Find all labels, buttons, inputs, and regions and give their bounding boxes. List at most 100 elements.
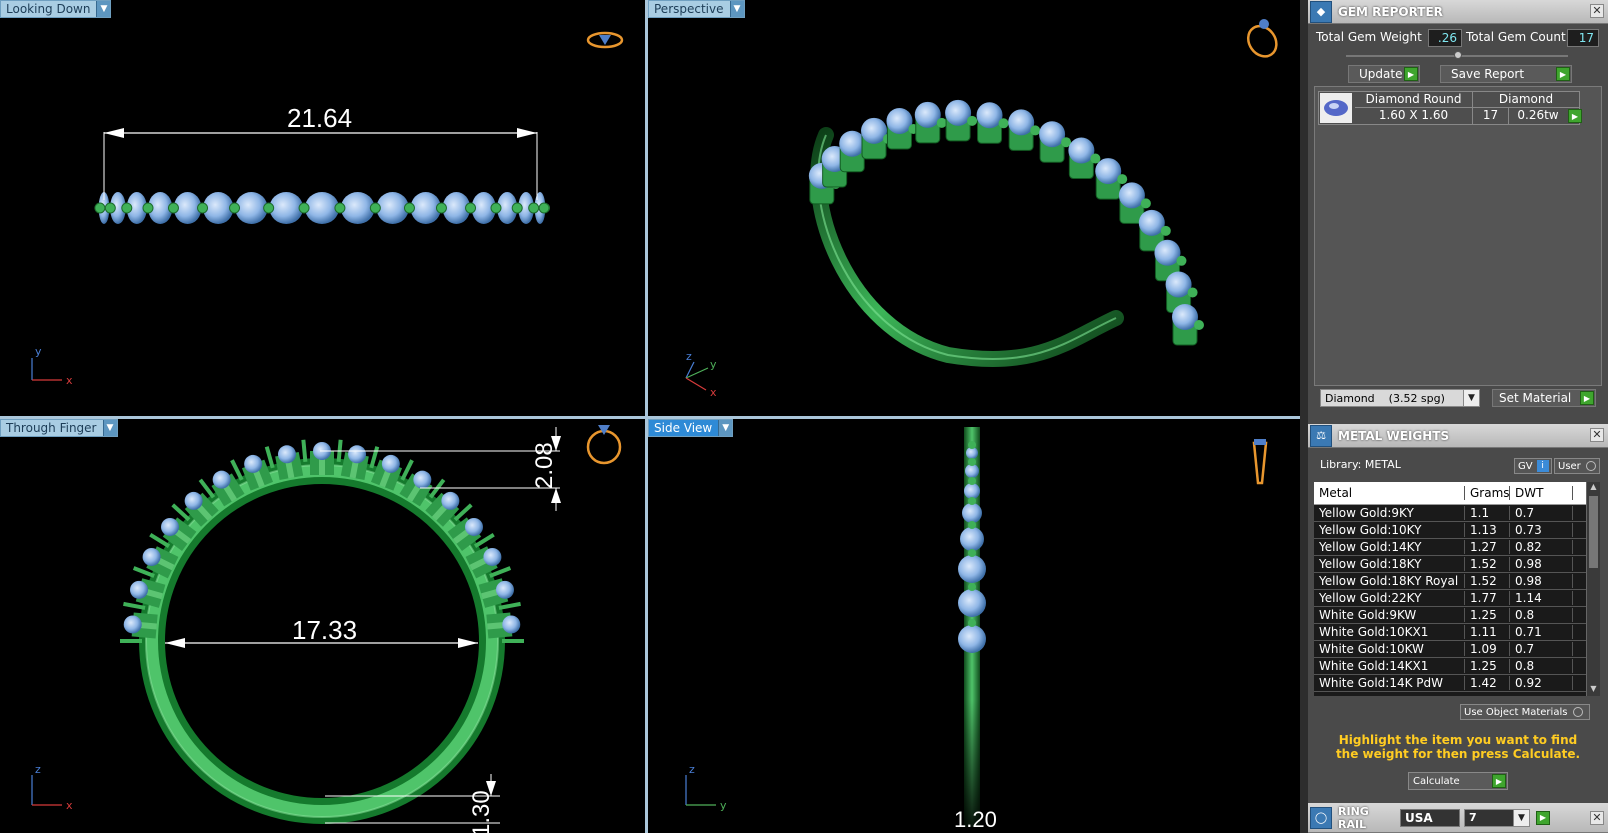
view-cube-icon: [1246, 19, 1278, 58]
chevron-down-icon[interactable]: ▼: [1463, 390, 1479, 406]
play-icon[interactable]: ▶: [1556, 67, 1570, 81]
table-row[interactable]: Yellow Gold:18KY 1.52 0.98: [1314, 556, 1592, 573]
material-select[interactable]: Diamond (3.52 spg) ▼: [1320, 389, 1480, 407]
viewport-through-finger[interactable]: z x 17.33 2.08 1.30 Through Finger ▼: [0, 419, 645, 833]
gem-mark: [123, 615, 142, 634]
prong-mark: [369, 202, 381, 214]
gem-mark: [958, 555, 986, 583]
total-gem-count-label: Total Gem Count: [1466, 30, 1566, 44]
scroll-up-icon[interactable]: ▲: [1587, 482, 1600, 494]
cell-grams: 1.42: [1465, 676, 1510, 690]
table-row[interactable]: Yellow Gold:14KY 1.27 0.82: [1314, 539, 1592, 556]
table-row[interactable]: Yellow Gold:9KY 1.1 0.7: [1314, 505, 1592, 522]
close-icon[interactable]: ✕: [1590, 428, 1604, 442]
set-material-label: Set Material: [1499, 391, 1572, 405]
cell-dwt: 0.73: [1510, 523, 1573, 537]
prong-mark: [511, 202, 523, 214]
table-row[interactable]: Yellow Gold:18KY Royal 1.52 0.98: [1314, 573, 1592, 590]
save-report-button[interactable]: Save Report: [1440, 65, 1572, 83]
chevron-down-icon[interactable]: ▼: [96, 1, 111, 17]
prong-mark: [1140, 198, 1151, 209]
gem-mark: [1165, 271, 1192, 298]
play-icon[interactable]: ▶: [1536, 810, 1550, 825]
gem-mark: [502, 615, 521, 634]
right-panel: ◆ GEM REPORTER ✕ Total Gem Weight .26 To…: [1308, 0, 1608, 833]
cell-dwt: 0.71: [1510, 625, 1573, 639]
metal-weights-icon: ⚖: [1310, 424, 1332, 447]
scroll-down-icon[interactable]: ▼: [1587, 684, 1600, 696]
gem-mark: [348, 445, 367, 464]
gem-mark: [1154, 239, 1181, 266]
viewport-menu-side-view[interactable]: Side View ▼: [648, 419, 734, 437]
prong-mark: [369, 446, 380, 469]
chevron-down-icon[interactable]: ▼: [102, 420, 117, 436]
table-row[interactable]: White Gold:14KX1 1.25 0.8: [1314, 658, 1592, 675]
prong-mark: [121, 202, 133, 214]
close-icon[interactable]: ✕: [1590, 811, 1604, 825]
prong-mark: [465, 202, 477, 214]
table-row[interactable]: White Gold:14K PdW 1.42 0.92: [1314, 675, 1592, 692]
dimension-bottom-thickness: 1.30: [468, 790, 495, 833]
gem-mark: [1138, 209, 1165, 236]
viewport-title: Looking Down: [6, 2, 91, 16]
viewport-divider-horizontal[interactable]: [0, 416, 1300, 419]
prong-mark: [968, 549, 976, 557]
chevron-down-icon[interactable]: ▼: [718, 420, 733, 436]
column-header-dwt[interactable]: DWT: [1510, 486, 1573, 500]
dimension-inner-diameter: 17.33: [292, 615, 358, 645]
dimension-top-height: 2.08: [531, 442, 558, 489]
radio-icon[interactable]: [1585, 461, 1596, 471]
gem-mark: [235, 192, 268, 224]
column-header-grams[interactable]: Grams: [1465, 486, 1510, 500]
column-header-metal[interactable]: Metal: [1314, 486, 1465, 500]
table-row[interactable]: White Gold:9KW 1.25 0.8: [1314, 607, 1592, 624]
viewport-looking-down[interactable]: y x 21.64 Looking Down ▼: [0, 0, 645, 416]
viewport-menu-looking-down[interactable]: Looking Down ▼: [0, 0, 112, 18]
ring-country-field[interactable]: USA: [1400, 808, 1460, 827]
play-icon[interactable]: ▶: [1492, 774, 1506, 788]
play-icon[interactable]: ▶: [1580, 391, 1594, 405]
chevron-down-icon[interactable]: ▼: [1513, 809, 1529, 826]
gem-mark: [483, 547, 502, 566]
close-icon[interactable]: ✕: [1590, 4, 1604, 18]
metal-weights-header: ⚖ METAL WEIGHTS ✕: [1308, 424, 1608, 448]
gv-toggle[interactable]: GV i: [1514, 458, 1552, 474]
ring-size-select[interactable]: 7 ▼: [1464, 808, 1530, 827]
viewport-menu-through-finger[interactable]: Through Finger ▼: [0, 419, 118, 437]
svg-text:y: y: [720, 799, 727, 812]
cell-grams: 1.52: [1465, 557, 1510, 571]
viewport-perspective[interactable]: z y x Perspective ▼: [648, 0, 1300, 416]
cell-metal: Yellow Gold:18KY Royal: [1314, 574, 1465, 588]
metal-weights-title: METAL WEIGHTS: [1338, 428, 1450, 443]
chevron-down-icon[interactable]: ▼: [729, 1, 744, 17]
user-toggle[interactable]: User: [1554, 458, 1600, 474]
prong-mark: [498, 601, 521, 610]
gem-mark: [945, 99, 972, 126]
table-row[interactable]: White Gold:10KX1 1.11 0.71: [1314, 624, 1592, 641]
prong-mark: [171, 503, 191, 522]
gem-mark: [376, 192, 409, 224]
cell-metal: White Gold:9KW: [1314, 608, 1465, 622]
table-row[interactable]: Yellow Gold:10KY 1.13 0.73: [1314, 522, 1592, 539]
gem-slider-handle[interactable]: [1454, 51, 1462, 59]
scroll-thumb[interactable]: [1589, 496, 1598, 568]
play-icon[interactable]: ▶: [1568, 109, 1582, 123]
viewport-side-view[interactable]: z y 1.20 Side View ▼: [648, 419, 1300, 833]
axis-x-label: x: [66, 374, 73, 387]
viewport-menu-perspective[interactable]: Perspective ▼: [648, 0, 745, 18]
play-icon[interactable]: ▶: [1404, 67, 1418, 81]
table-row[interactable]: White Gold:10KW 1.09 0.7: [1314, 641, 1592, 658]
metal-table-scrollbar[interactable]: ▲ ▼: [1586, 482, 1600, 696]
prong-mark: [528, 202, 540, 214]
use-object-materials-toggle[interactable]: Use Object Materials: [1460, 704, 1590, 720]
cell-dwt: 0.8: [1510, 608, 1573, 622]
gem-reporter-header: ◆ GEM REPORTER ✕: [1308, 0, 1608, 24]
metal-weights-table: Metal Grams DWT Yellow Gold:9KY 1.1 0.7 Yel…: [1314, 482, 1592, 696]
prong-mark: [968, 619, 976, 627]
gem-list-row[interactable]: Diamond Round Diamond 1.60 X 1.60 17 0.2…: [1318, 91, 1580, 125]
table-row[interactable]: Yellow Gold:22KY 1.77 1.14: [1314, 590, 1592, 607]
radio-icon[interactable]: [1573, 707, 1584, 717]
gem-mark: [441, 491, 460, 510]
prong-mark: [1176, 255, 1187, 266]
gem-size: 1.60 X 1.60: [1355, 108, 1473, 124]
